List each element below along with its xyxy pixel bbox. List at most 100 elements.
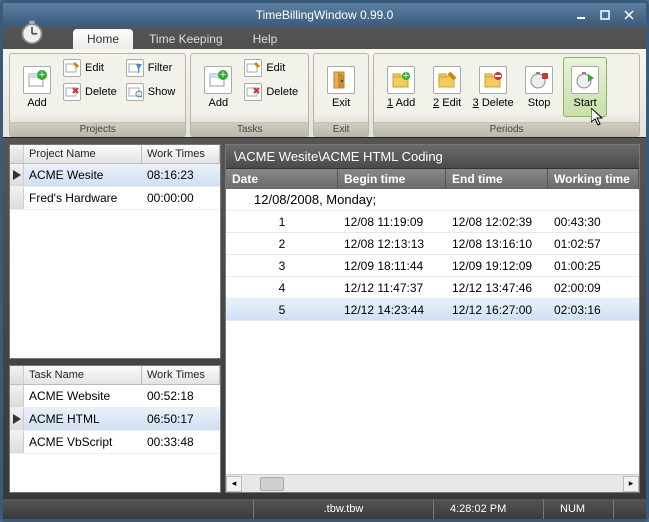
ribbon: + Add Edit Delete Filter [3, 49, 646, 137]
col-work-times[interactable]: Work Times [142, 366, 220, 384]
tasks-delete-button[interactable]: Delete [242, 81, 303, 103]
group-label: Periods [374, 122, 639, 136]
row-indicator [10, 431, 24, 453]
projects-show-button[interactable]: Show [124, 81, 181, 103]
projects-add-button[interactable]: + Add [15, 57, 59, 117]
projects-grid[interactable]: Project Name Work Times ACME Wesite 08:1… [9, 144, 221, 359]
task-name-cell: ACME Website [24, 389, 142, 403]
label: Add [27, 97, 47, 109]
scroll-right-arrow[interactable]: ▸ [623, 476, 639, 492]
svg-text:+: + [403, 70, 409, 82]
tasks-add-button[interactable]: + Add [196, 57, 240, 117]
col-task-name[interactable]: Task Name [24, 366, 142, 384]
period-index-cell: 1 [226, 215, 338, 229]
task-row[interactable]: ACME HTML 06:50:17 [10, 408, 220, 431]
col-project-name[interactable]: Project Name [24, 145, 142, 163]
exit-button[interactable]: Exit [319, 57, 363, 117]
working-time-cell: 02:00:09 [548, 281, 639, 295]
end-time-cell: 12/08 12:02:39 [446, 215, 548, 229]
scroll-thumb[interactable] [260, 477, 284, 491]
tab-time-keeping[interactable]: Time Keeping [135, 29, 237, 49]
end-time-cell: 12/09 19:12:09 [446, 259, 548, 273]
projects-edit-button[interactable]: Edit [61, 57, 122, 79]
end-time-cell: 12/12 13:47:46 [446, 281, 548, 295]
maximize-button[interactable] [594, 7, 616, 23]
folder-add-icon: + [387, 66, 415, 94]
periods-stop-button[interactable]: Stop [517, 57, 561, 117]
period-index-cell: 3 [226, 259, 338, 273]
periods-panel: \ACME Wesite\ACME HTML Coding Date Begin… [225, 144, 640, 493]
status-num: NUM [543, 499, 613, 519]
title-bar: TimeBillingWindow 0.99.0 [3, 3, 646, 27]
period-row[interactable]: 4 12/12 11:47:37 12/12 13:47:46 02:00:09 [226, 277, 639, 299]
breadcrumb: \ACME Wesite\ACME HTML Coding [226, 145, 639, 169]
col-working-time[interactable]: Working time [548, 169, 639, 189]
label: Edit [85, 62, 104, 74]
grid-edit-icon [244, 59, 262, 77]
work-time-cell: 00:52:18 [142, 389, 220, 403]
task-row[interactable]: ACME VbScript 00:33:48 [10, 431, 220, 454]
periods-delete-button[interactable]: 3 Delete [471, 57, 515, 117]
periods-add-button[interactable]: + 1 Add [379, 57, 423, 117]
close-button[interactable] [618, 7, 640, 23]
label: 2 Edit [433, 97, 461, 109]
work-time-cell: 00:00:00 [142, 191, 220, 205]
minimize-button[interactable] [570, 7, 592, 23]
begin-time-cell: 12/12 11:47:37 [338, 281, 446, 295]
label: Add [209, 97, 229, 109]
stopwatch-stop-icon [525, 66, 553, 94]
task-row[interactable]: ACME Website 00:52:18 [10, 385, 220, 408]
folder-edit-icon [433, 66, 461, 94]
row-indicator [10, 164, 24, 186]
periods-body[interactable]: 12/08/2008, Monday; 1 12/08 11:19:09 12/… [226, 189, 639, 474]
row-indicator [10, 385, 24, 407]
projects-delete-button[interactable]: Delete [61, 81, 122, 103]
project-row[interactable]: Fred's Hardware 00:00:00 [10, 187, 220, 210]
period-row[interactable]: 5 12/12 14:23:44 12/12 16:27:00 02:03:16 [226, 299, 639, 321]
tab-help[interactable]: Help [239, 29, 292, 49]
begin-time-cell: 12/08 12:13:13 [338, 237, 446, 251]
tasks-edit-button[interactable]: Edit [242, 57, 303, 79]
periods-start-button[interactable]: Start [563, 57, 607, 117]
period-row[interactable]: 2 12/08 12:13:13 12/08 13:16:10 01:02:57 [226, 233, 639, 255]
label: Delete [85, 86, 117, 98]
begin-time-cell: 12/08 11:19:09 [338, 215, 446, 229]
period-row[interactable]: 3 12/09 18:11:44 12/09 19:12:09 01:00:25 [226, 255, 639, 277]
svg-text:+: + [39, 70, 45, 81]
working-time-cell: 01:00:25 [548, 259, 639, 273]
content-area: Project Name Work Times ACME Wesite 08:1… [3, 138, 646, 499]
period-row[interactable]: 1 12/08 11:19:09 12/08 12:02:39 00:43:30 [226, 211, 639, 233]
work-time-cell: 06:50:17 [142, 412, 220, 426]
tasks-grid[interactable]: Task Name Work Times ACME Website 00:52:… [9, 365, 221, 493]
grid-add-icon: + [204, 66, 232, 94]
group-label: Exit [314, 122, 368, 136]
label: 1 Add [387, 97, 415, 109]
working-time-cell: 01:02:57 [548, 237, 639, 251]
projects-filter-button[interactable]: Filter [124, 57, 181, 79]
project-row[interactable]: ACME Wesite 08:16:23 [10, 164, 220, 187]
ribbon-group-projects: + Add Edit Delete Filter [9, 53, 186, 137]
period-index-cell: 5 [226, 303, 338, 317]
col-end-time[interactable]: End time [446, 169, 548, 189]
task-name-cell: ACME HTML [24, 412, 142, 426]
col-begin-time[interactable]: Begin time [338, 169, 446, 189]
scroll-left-arrow[interactable]: ◂ [226, 476, 242, 492]
periods-edit-button[interactable]: 2 Edit [425, 57, 469, 117]
tab-home[interactable]: Home [73, 29, 133, 49]
horizontal-scrollbar[interactable]: ◂ ▸ [226, 474, 639, 492]
working-time-cell: 02:03:16 [548, 303, 639, 317]
grid-show-icon [126, 83, 144, 101]
grid-header: Project Name Work Times [10, 145, 220, 164]
label: Exit [332, 97, 350, 109]
col-date[interactable]: Date [226, 169, 338, 189]
col-work-times[interactable]: Work Times [142, 145, 220, 163]
work-time-cell: 08:16:23 [142, 168, 220, 182]
grid-header: Task Name Work Times [10, 366, 220, 385]
project-name-cell: Fred's Hardware [24, 191, 142, 205]
ribbon-group-tasks: + Add Edit Delete Tasks [190, 53, 309, 137]
date-group-header[interactable]: 12/08/2008, Monday; [226, 189, 639, 211]
grid-delete-icon [244, 83, 262, 101]
period-index-cell: 2 [226, 237, 338, 251]
grid-edit-icon [63, 59, 81, 77]
label: Start [574, 97, 597, 109]
